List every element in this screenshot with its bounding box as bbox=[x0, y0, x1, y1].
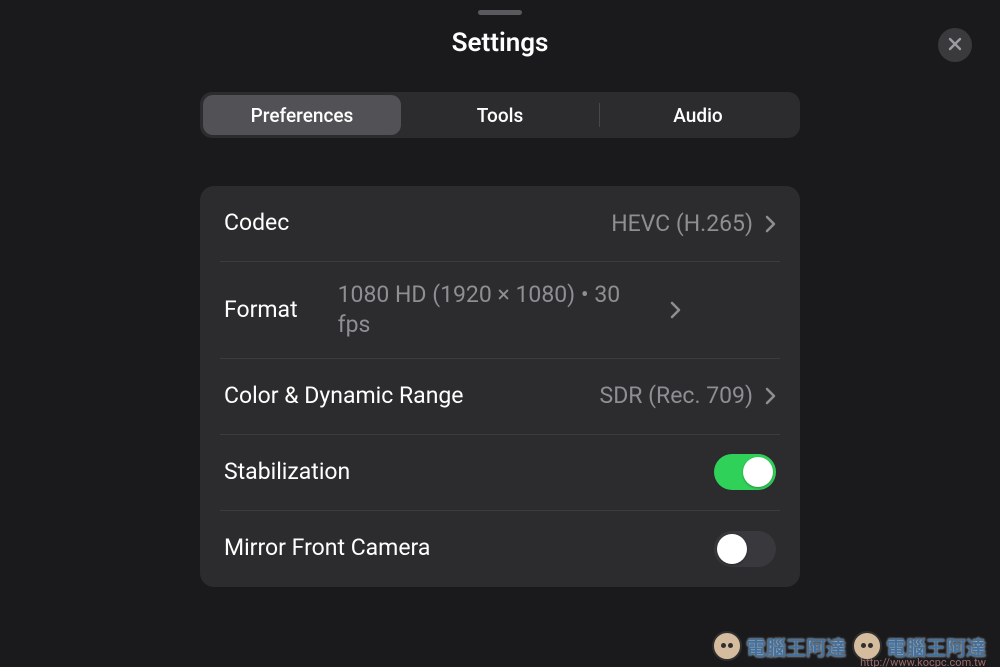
close-icon bbox=[948, 36, 962, 55]
chevron-right-icon bbox=[670, 301, 681, 319]
row-label: Codec bbox=[224, 209, 289, 238]
toggle-knob bbox=[717, 534, 747, 564]
tab-bar: Preferences Tools Audio bbox=[200, 92, 800, 138]
tab-label: Audio bbox=[673, 104, 722, 127]
row-value: 1080 HD (1920 × 1080) • 30 fps bbox=[338, 280, 658, 340]
tab-preferences[interactable]: Preferences bbox=[203, 95, 401, 135]
watermark-url: http://www.kocpc.com.tw bbox=[860, 656, 986, 667]
tab-label: Preferences bbox=[251, 104, 354, 127]
watermark-face-icon bbox=[712, 631, 742, 661]
row-label: Format bbox=[224, 296, 298, 325]
toggle-stabilization[interactable] bbox=[714, 454, 776, 490]
chevron-right-icon bbox=[765, 387, 776, 405]
row-value: HEVC (H.265) bbox=[611, 209, 753, 239]
chevron-right-icon bbox=[765, 215, 776, 233]
row-value: SDR (Rec. 709) bbox=[600, 381, 753, 411]
header: Settings bbox=[0, 0, 1000, 82]
tab-audio[interactable]: Audio bbox=[599, 95, 797, 135]
row-codec[interactable]: Codec HEVC (H.265) bbox=[220, 186, 780, 262]
row-stabilization: Stabilization bbox=[220, 435, 780, 511]
row-label: Stabilization bbox=[224, 458, 350, 487]
row-format[interactable]: Format 1080 HD (1920 × 1080) • 30 fps bbox=[220, 262, 780, 359]
toggle-mirror-front-camera[interactable] bbox=[714, 531, 776, 567]
watermark-text: 電腦王阿達 bbox=[746, 632, 846, 661]
close-button[interactable] bbox=[938, 28, 972, 62]
settings-panel: Codec HEVC (H.265) Format 1080 HD (1920 … bbox=[200, 186, 800, 587]
toggle-knob bbox=[743, 457, 773, 487]
row-color-dynamic-range[interactable]: Color & Dynamic Range SDR (Rec. 709) bbox=[220, 359, 780, 435]
row-label: Mirror Front Camera bbox=[224, 534, 430, 563]
tab-tools[interactable]: Tools bbox=[401, 95, 599, 135]
tab-label: Tools bbox=[477, 104, 523, 127]
page-title: Settings bbox=[0, 28, 1000, 58]
row-mirror-front-camera: Mirror Front Camera bbox=[220, 511, 780, 587]
row-label: Color & Dynamic Range bbox=[224, 382, 464, 411]
